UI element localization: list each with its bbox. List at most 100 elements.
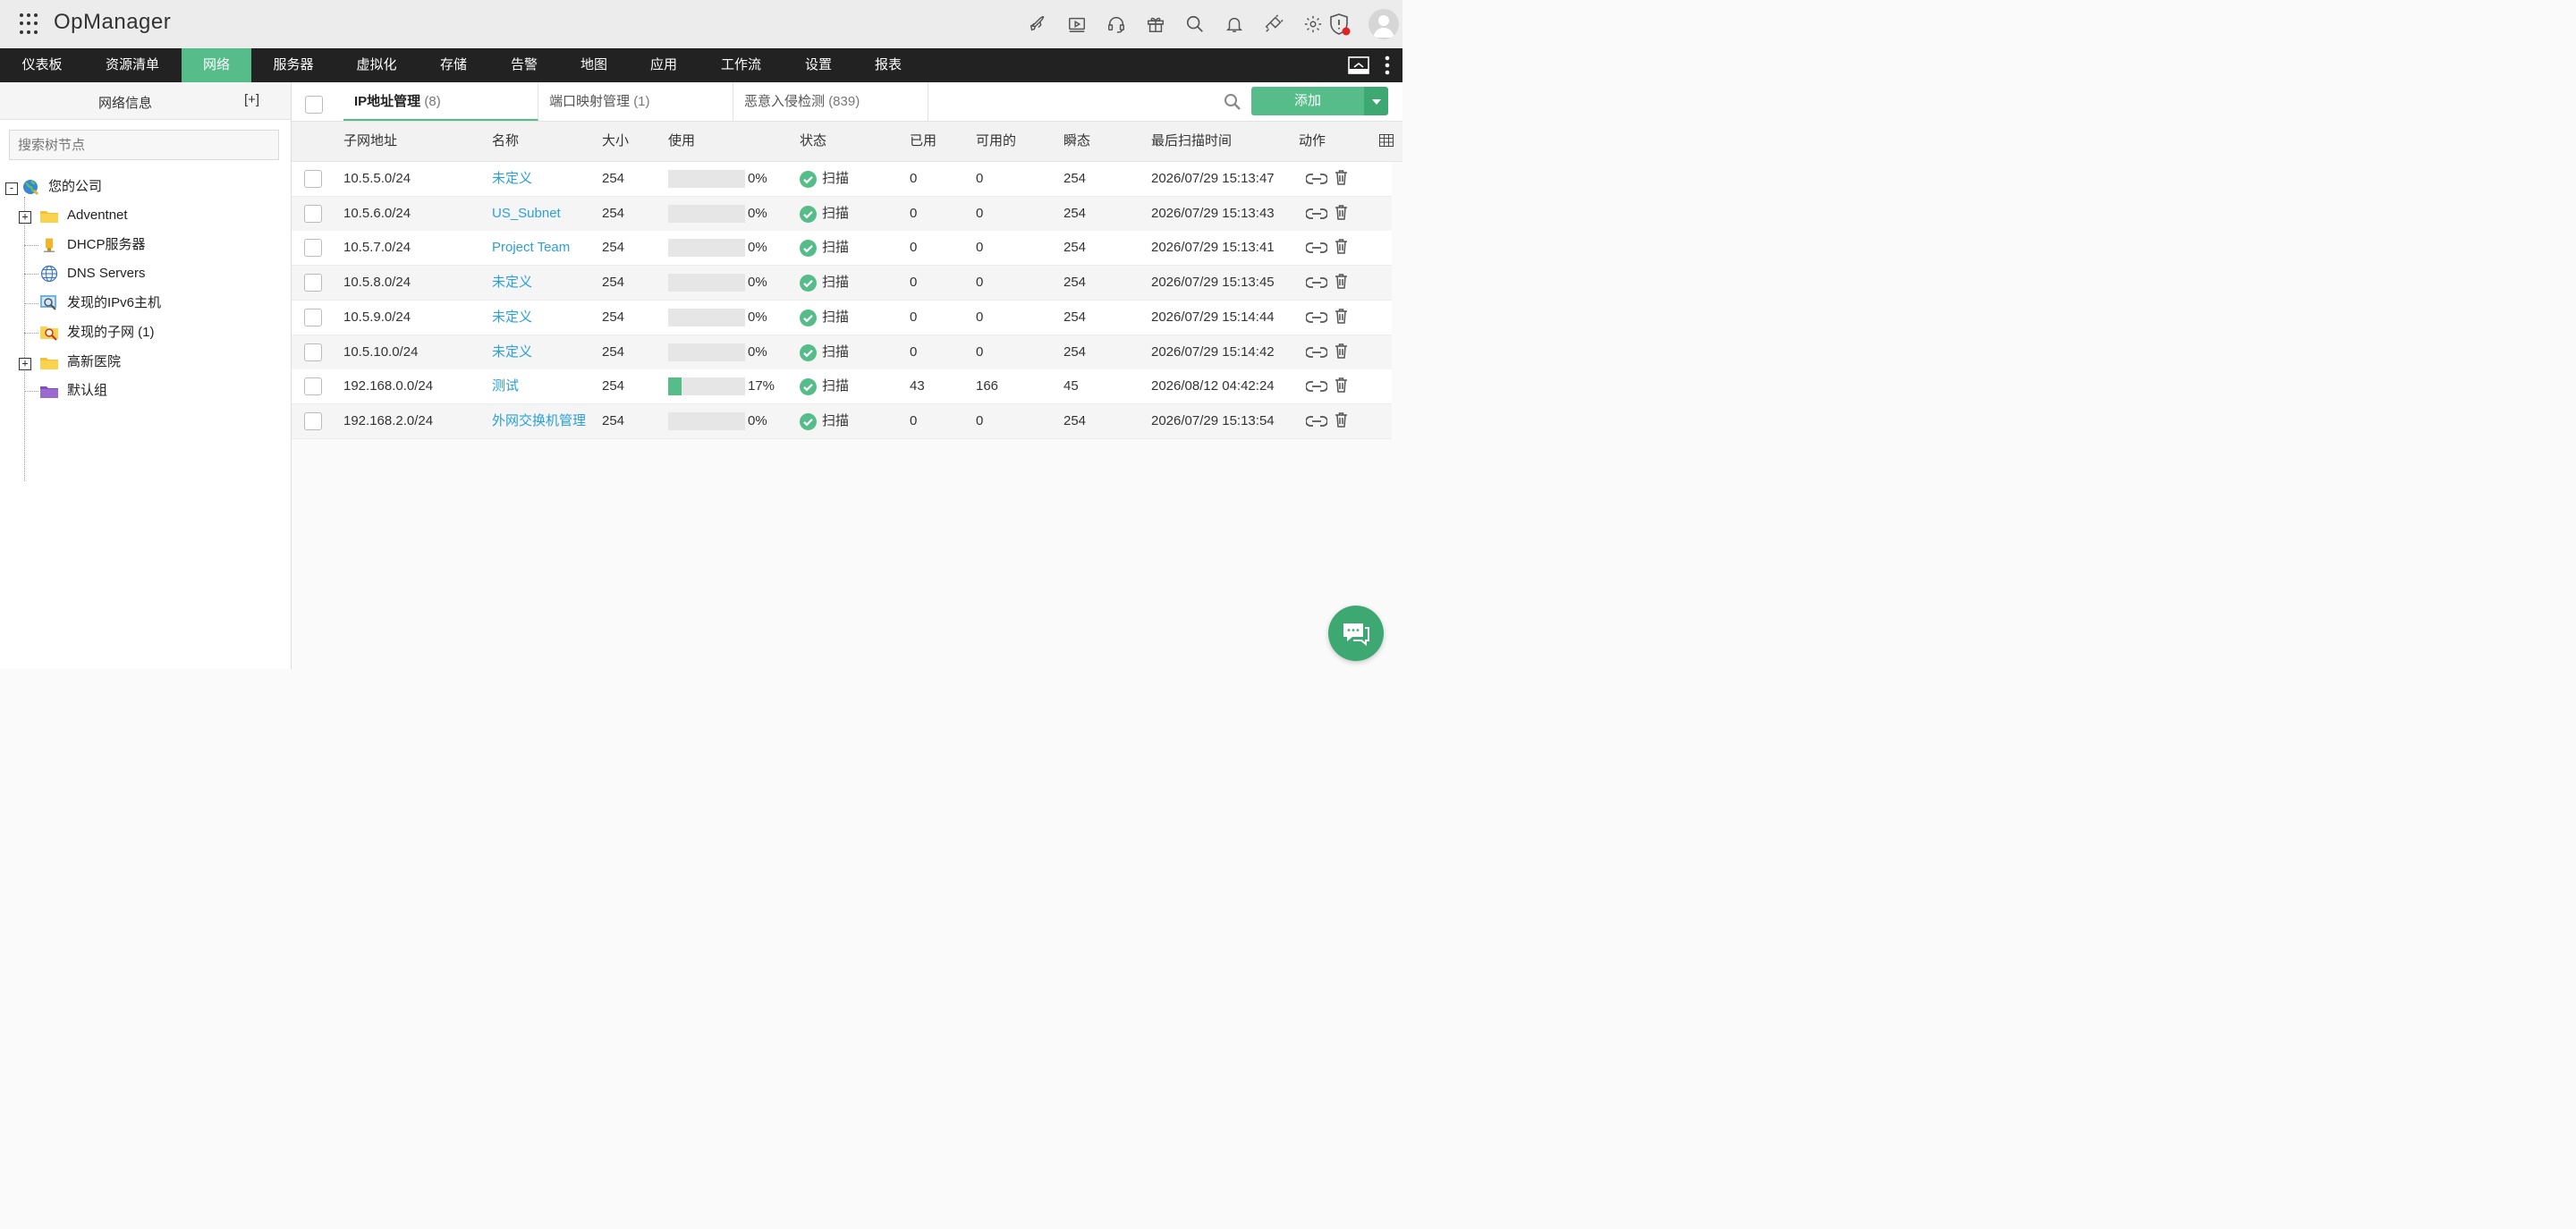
tree-collapse-toggle[interactable]: - (5, 182, 18, 195)
trash-icon[interactable] (1335, 274, 1347, 289)
user-avatar[interactable] (1368, 9, 1399, 39)
nav-servers[interactable]: 服务器 (251, 48, 335, 82)
table-row[interactable]: 10.5.8.0/24 未定义 254 0% 扫描 0 0 254 2026/07/29 15:… (292, 266, 1392, 301)
link-icon[interactable] (1305, 276, 1328, 289)
link-icon[interactable] (1305, 242, 1328, 254)
column-header-status[interactable]: 状态 (800, 122, 826, 161)
fullscreen-icon[interactable] (1348, 56, 1369, 74)
column-header-subnet[interactable]: 子网地址 (343, 122, 397, 161)
search-icon[interactable] (1224, 93, 1241, 111)
row-checkbox[interactable] (304, 343, 322, 361)
table-row[interactable]: 192.168.0.0/24 测试 254 17% 扫描 43 166 45 2026/08/1… (292, 369, 1392, 405)
column-header-available[interactable]: 可用的 (976, 122, 1016, 161)
table-row[interactable]: 10.5.7.0/24 Project Team 254 0% 扫描 0 0 254 2026/… (292, 231, 1392, 267)
top-bar: OpManager (0, 0, 1402, 48)
tab-rogue-detection[interactable]: 恶意入侵检测 (839) (733, 82, 928, 121)
nav-reports[interactable]: 报表 (853, 48, 923, 82)
row-checkbox[interactable] (304, 411, 322, 430)
cell-name-link[interactable]: US_Subnet (492, 197, 561, 231)
cell-name-link[interactable]: Project Team (492, 231, 570, 265)
cell-name-link[interactable]: 外网交换机管理 (492, 404, 586, 438)
tree-node-dns[interactable]: DNS Servers (40, 263, 146, 284)
link-icon[interactable] (1305, 208, 1328, 220)
table-row[interactable]: 10.5.6.0/24 US_Subnet 254 0% 扫描 0 0 254 2026/07/… (292, 196, 1392, 232)
tree-node-hospital[interactable]: 高新医院 (40, 352, 121, 373)
trash-icon[interactable] (1335, 412, 1347, 428)
row-checkbox[interactable] (304, 377, 322, 396)
rocket-icon[interactable] (1027, 13, 1048, 35)
column-header-usage[interactable]: 使用 (668, 122, 695, 161)
nav-maps[interactable]: 地图 (559, 48, 629, 82)
tree-node-root[interactable]: 您的公司 (21, 176, 102, 198)
column-header-used[interactable]: 已用 (910, 122, 936, 161)
nav-network[interactable]: 网络 (182, 48, 251, 82)
column-header-transient[interactable]: 瞬态 (1063, 122, 1090, 161)
tab-ip-address-management[interactable]: IP地址管理 (8) (343, 82, 538, 121)
tab-port-mapping[interactable]: 端口映射管理 (1) (538, 82, 733, 121)
table-row[interactable]: 10.5.10.0/24 未定义 254 0% 扫描 0 0 254 2026/07/29 15… (292, 335, 1392, 370)
tree-node-default-group[interactable]: 默认组 (40, 380, 107, 402)
link-icon[interactable] (1305, 173, 1328, 185)
tree-search-input[interactable] (9, 130, 279, 160)
trash-icon[interactable] (1335, 204, 1347, 220)
nav-storage[interactable]: 存储 (418, 48, 489, 82)
cell-name-link[interactable]: 未定义 (492, 335, 532, 369)
table-row[interactable]: 10.5.5.0/24 未定义 254 0% 扫描 0 0 254 2026/07/29 15:… (292, 162, 1392, 197)
column-header-size[interactable]: 大小 (602, 122, 629, 161)
app-grid-icon[interactable] (20, 13, 41, 35)
nav-workflow[interactable]: 工作流 (699, 48, 784, 82)
cell-name-link[interactable]: 测试 (492, 369, 519, 403)
nav-dashboard[interactable]: 仪表板 (0, 48, 84, 82)
add-button[interactable]: 添加 (1251, 87, 1364, 115)
row-checkbox[interactable] (304, 170, 322, 188)
nav-apps[interactable]: 应用 (629, 48, 699, 82)
gift-icon[interactable] (1145, 13, 1166, 35)
nav-settings[interactable]: 设置 (784, 48, 853, 82)
add-dropdown-button[interactable] (1364, 87, 1388, 115)
more-vertical-icon[interactable] (1383, 55, 1392, 75)
trash-icon[interactable] (1335, 239, 1347, 255)
row-checkbox[interactable] (304, 274, 322, 292)
tree-expand-toggle[interactable]: + (19, 211, 31, 224)
table-row[interactable]: 192.168.2.0/24 外网交换机管理 254 0% 扫描 0 0 254 2026/07… (292, 403, 1392, 439)
video-icon[interactable] (1066, 13, 1088, 35)
trash-icon[interactable] (1335, 170, 1347, 185)
tree-node-adventnet[interactable]: Adventnet (40, 205, 128, 226)
row-checkbox[interactable] (304, 239, 322, 258)
tree-node-discovered-subnets[interactable]: 发现的子网 (1) (40, 322, 155, 343)
column-chooser-icon[interactable] (1379, 134, 1394, 147)
link-icon[interactable] (1305, 415, 1328, 428)
tree-node-dhcp[interactable]: DHCP服务器 (40, 234, 146, 256)
cell-name-link[interactable]: 未定义 (492, 162, 532, 196)
cell-name-link[interactable]: 未定义 (492, 266, 532, 300)
nav-alarms[interactable]: 告警 (489, 48, 559, 82)
trash-icon[interactable] (1335, 377, 1347, 393)
sidebar-add-button[interactable]: [+] (244, 92, 259, 107)
trash-icon[interactable] (1335, 309, 1347, 324)
link-icon[interactable] (1305, 380, 1328, 393)
row-checkbox[interactable] (304, 204, 322, 223)
cell-size: 254 (602, 378, 625, 394)
row-checkbox[interactable] (304, 308, 322, 326)
nav-virtualization[interactable]: 虚拟化 (335, 48, 418, 82)
link-icon[interactable] (1305, 311, 1328, 324)
gear-icon[interactable] (1302, 13, 1324, 35)
nav-inventory[interactable]: 资源清单 (84, 48, 181, 82)
cell-name-link[interactable]: 未定义 (492, 301, 532, 335)
tree-expand-toggle[interactable]: + (19, 358, 31, 370)
tree-node-label: 高新医院 (67, 354, 122, 369)
security-alert-icon[interactable] (1327, 13, 1351, 36)
bell-icon[interactable] (1224, 13, 1245, 35)
plugin-icon[interactable] (1263, 13, 1284, 35)
tree-node-ipv6-hosts[interactable]: 发现的IPv6主机 (40, 292, 161, 314)
chat-icon[interactable] (1328, 606, 1384, 661)
trash-icon[interactable] (1335, 343, 1347, 359)
link-icon[interactable] (1305, 346, 1328, 359)
table-row[interactable]: 10.5.9.0/24 未定义 254 0% 扫描 0 0 254 2026/07/29 15:… (292, 300, 1392, 335)
column-header-name[interactable]: 名称 (492, 122, 519, 161)
column-header-last-scan[interactable]: 最后扫描时间 (1151, 122, 1232, 161)
select-all-checkbox[interactable] (305, 96, 323, 114)
cell-transient: 254 (1063, 205, 1087, 221)
search-icon[interactable] (1184, 13, 1206, 35)
headset-icon[interactable] (1106, 13, 1127, 35)
